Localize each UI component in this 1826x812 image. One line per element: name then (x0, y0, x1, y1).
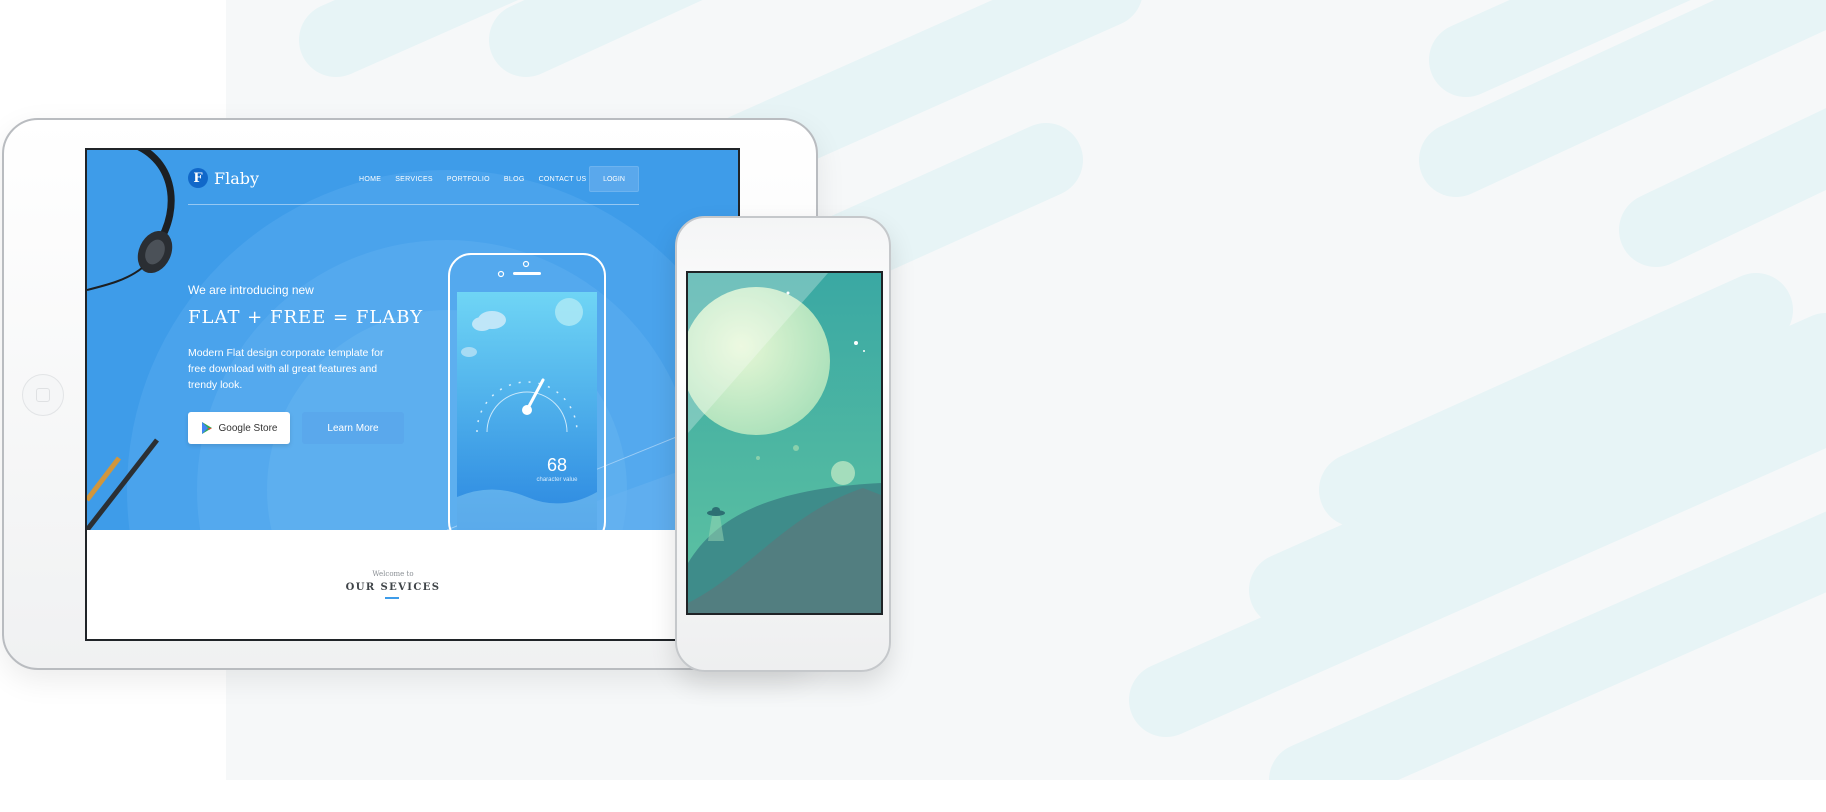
google-play-icon (201, 422, 212, 434)
section-underline (385, 597, 399, 599)
gauge-value: 68 (546, 455, 568, 475)
tablet-screen: F Flaby HOME SERVICES PORTFOLIO BLOG CON… (85, 148, 740, 641)
hero-headline: FLAT + FREE = FLABY (188, 307, 424, 328)
logo-mark: F (188, 168, 208, 188)
hero-description: Modern Flat design corporate template fo… (188, 347, 384, 391)
planet-icon (555, 298, 583, 326)
main-nav: HOME SERVICES PORTFOLIO BLOG CONTACT US (359, 176, 586, 183)
phone-illustration (448, 253, 606, 530)
nav-services[interactable]: SERVICES (395, 176, 433, 183)
nav-home[interactable]: HOME (359, 176, 381, 183)
nav-portfolio[interactable]: PORTFOLIO (447, 176, 490, 183)
gauge-label: character value (536, 477, 578, 483)
section-title: OUR SEVICES (345, 582, 441, 593)
nav-divider (188, 204, 639, 205)
hero-intro: We are introducing new (188, 283, 314, 297)
tablet-home-button (22, 374, 64, 416)
phone-screen (686, 271, 883, 615)
headphones-icon (87, 150, 175, 291)
nav-contact[interactable]: CONTACT US (539, 176, 587, 183)
hero-background (87, 150, 738, 530)
login-button[interactable]: LOGIN (589, 166, 639, 192)
site-logo[interactable]: F Flaby (188, 168, 259, 188)
google-store-button[interactable]: Google Store (188, 412, 290, 444)
google-store-label: Google Store (218, 422, 278, 434)
hero-section: F Flaby HOME SERVICES PORTFOLIO BLOG CON… (87, 150, 738, 530)
section-welcome: Welcome to (372, 570, 414, 578)
learn-more-button[interactable]: Learn More (302, 412, 404, 444)
logo-text: Flaby (214, 168, 260, 188)
phone-device (675, 216, 891, 672)
nav-blog[interactable]: BLOG (504, 176, 525, 183)
phone-wallpaper (688, 273, 881, 613)
